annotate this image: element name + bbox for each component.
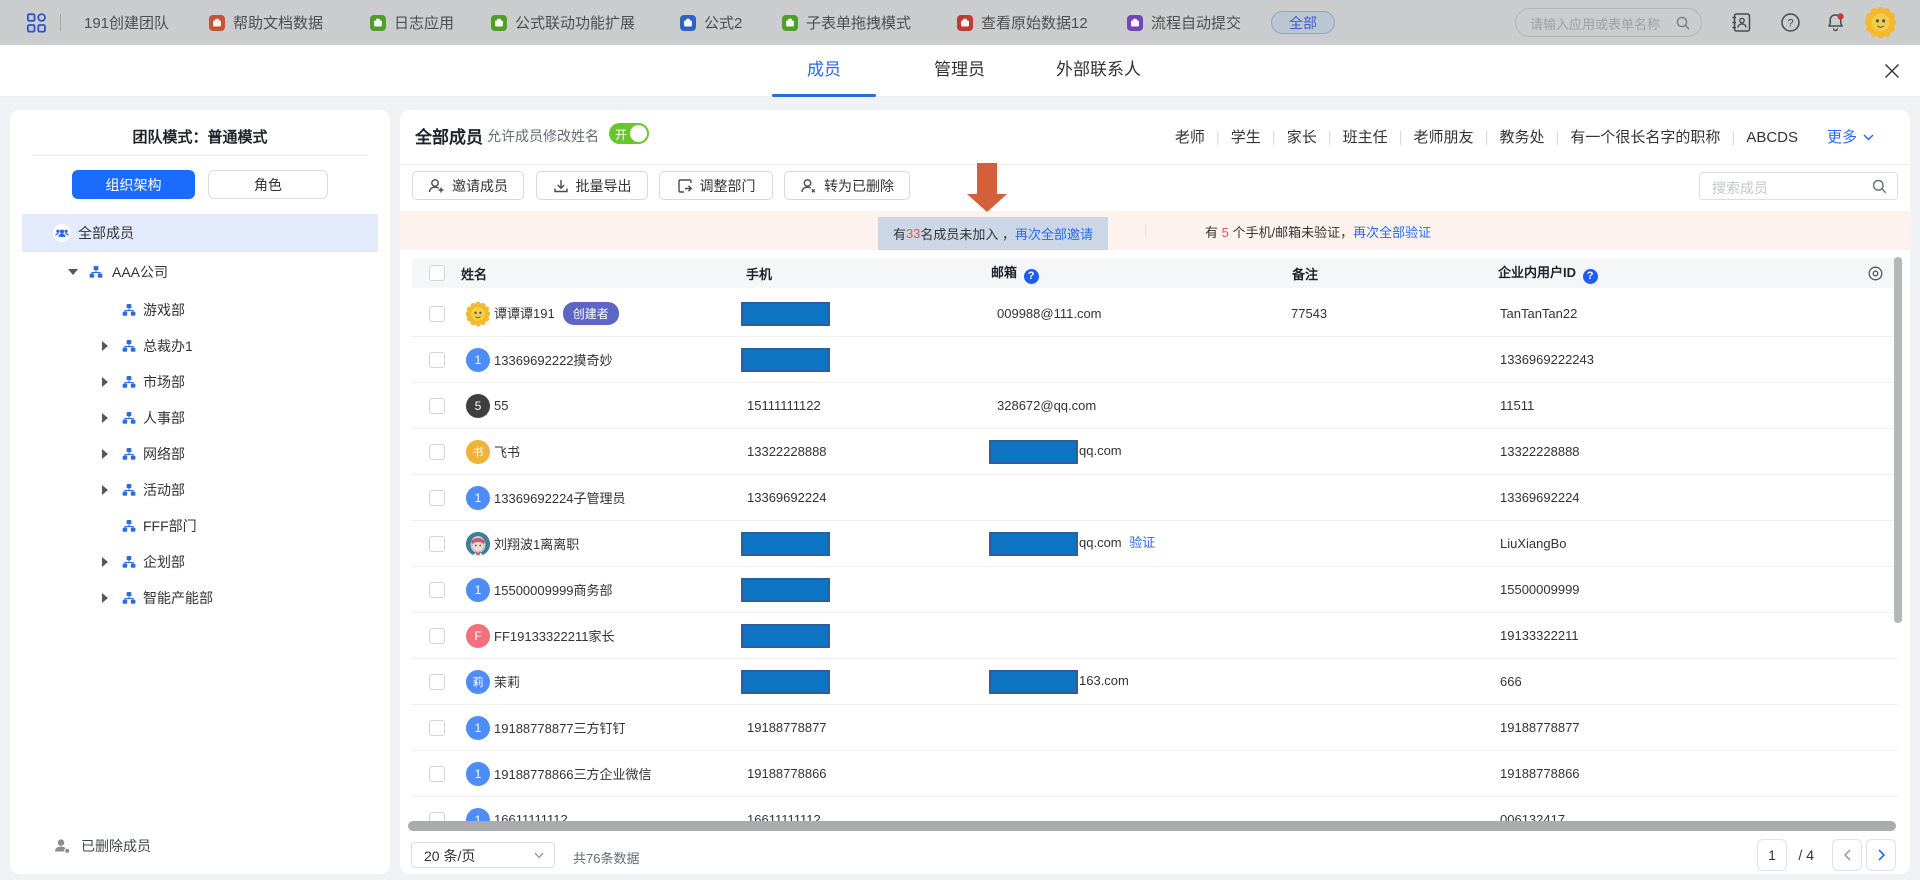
svg-text:?: ?: [1787, 17, 1793, 29]
